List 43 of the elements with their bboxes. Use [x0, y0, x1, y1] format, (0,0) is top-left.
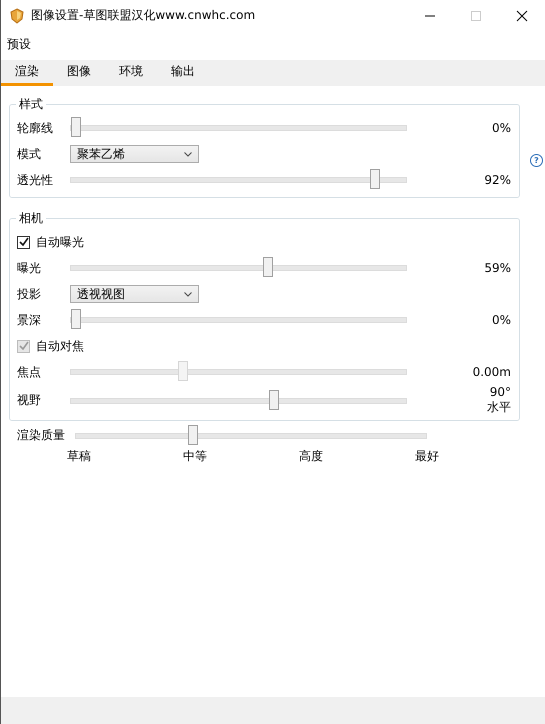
maximize-icon	[470, 10, 482, 22]
tick-label: 草稿	[67, 448, 91, 465]
tick-label: 最好	[415, 448, 439, 465]
value-reading: 92%	[483, 173, 511, 187]
slider-thumb[interactable]	[71, 117, 81, 137]
slider-thumb[interactable]	[262, 257, 273, 277]
field-label: 模式	[17, 146, 42, 162]
tab[interactable]: 渲染	[1, 60, 53, 86]
dropdown[interactable]: 聚苯乙烯	[70, 145, 199, 163]
tick-label: 中等	[183, 448, 207, 465]
field-label: 透光性	[17, 172, 54, 188]
window-title: 图像设置-草图联盟汉化www.cnwhc.com	[31, 7, 256, 24]
dropdown[interactable]: 透视视图	[70, 285, 199, 303]
close-icon	[516, 10, 528, 22]
checkbox[interactable]	[17, 236, 30, 248]
tab[interactable]: 输出	[157, 60, 209, 86]
slider-thumb[interactable]	[269, 390, 280, 410]
caret-icon	[184, 292, 192, 296]
tab[interactable]: 环境	[105, 60, 157, 86]
tab[interactable]: 图像	[53, 60, 105, 86]
field-label: 曝光	[17, 260, 42, 276]
value-reading: 0.00m	[472, 365, 511, 379]
field-label: 视野	[17, 392, 42, 409]
value-reading: 0%	[490, 121, 511, 135]
field-label: 渲染质量	[17, 427, 66, 444]
checkbox-label: 自动曝光	[36, 234, 84, 250]
menu-item[interactable]: 预设	[7, 34, 31, 54]
field-label: 投影	[17, 286, 42, 302]
caret-icon	[184, 152, 192, 156]
slider-thumb[interactable]	[370, 169, 380, 189]
slider-thumb[interactable]	[71, 309, 81, 329]
tick-label: 高度	[299, 448, 323, 465]
field-label: 焦点	[17, 364, 42, 380]
slider-thumb[interactable]	[188, 424, 198, 444]
help-icon[interactable]: ?	[530, 154, 543, 167]
field-label: 轮廓线	[17, 120, 54, 136]
shield-icon	[9, 8, 25, 24]
value-reading: 90°	[490, 385, 511, 399]
checkbox-label: 自动对焦	[36, 338, 84, 354]
value-reading: 59%	[483, 261, 511, 275]
value-unit: 水平	[487, 399, 511, 416]
field-label: 景深	[17, 312, 42, 328]
value-reading: 0%	[490, 313, 511, 327]
